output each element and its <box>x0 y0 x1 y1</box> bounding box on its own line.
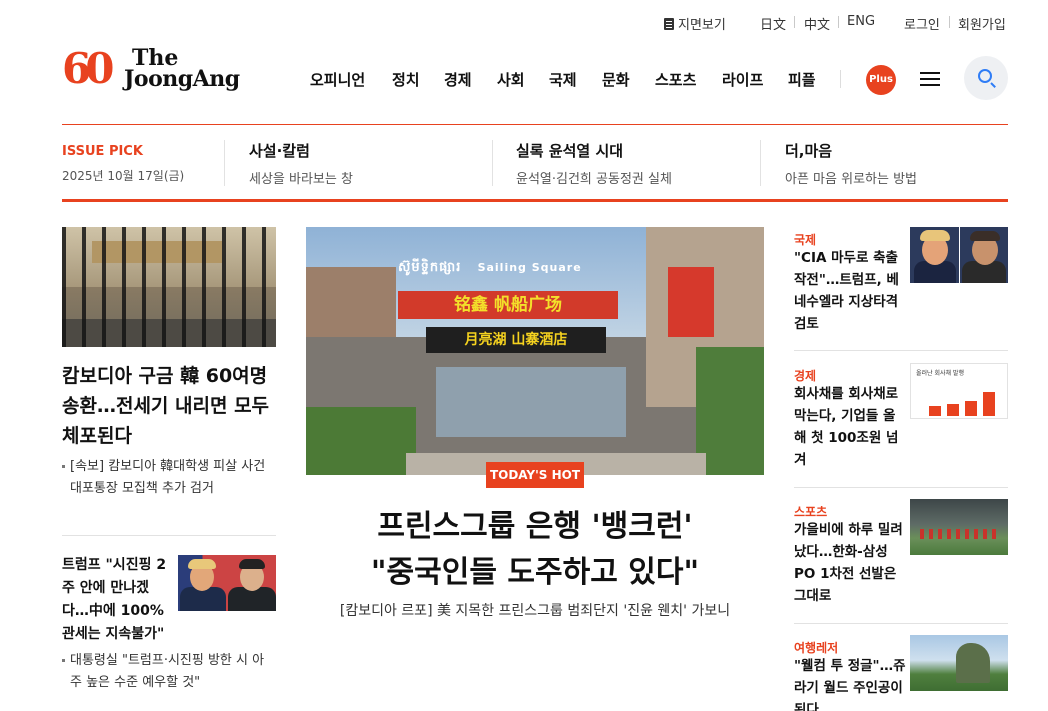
article-thumbnail-chart[interactable]: 올러난 회사채 발행 <box>910 363 1008 419</box>
nav-life[interactable]: 라이프 <box>722 69 763 90</box>
divider <box>794 16 795 28</box>
category-label[interactable]: 스포츠 <box>794 503 827 520</box>
article-title[interactable]: 회사채를 회사채로 막는다, 기업들 올해 첫 100조원 넘겨 <box>794 383 906 471</box>
divider <box>62 124 1008 125</box>
nav-society[interactable]: 사회 <box>497 69 525 90</box>
nav-divider <box>840 70 841 88</box>
feature-headline[interactable]: 프린스그룹 은행 '뱅크런' "중국인들 도주하고 있다" <box>306 504 764 596</box>
issue-pick-label: ISSUE PICK <box>62 144 143 159</box>
plus-button[interactable]: Plus <box>866 65 896 95</box>
nav-economy[interactable]: 경제 <box>444 69 472 90</box>
issue-item-editorial[interactable]: 사설·칼럼 세상을 바라보는 창 <box>249 140 353 187</box>
lead-article-title[interactable]: 캄보디아 구금 韓 60여명 송환…전세기 내리면 모두 체포된다 <box>62 361 280 451</box>
divider <box>492 140 493 186</box>
category-label[interactable]: 경제 <box>794 367 816 384</box>
sign-sailing-square: ស៊ូមីទ្ទិកផ្សារ Sailing Square <box>398 260 582 275</box>
signup-link[interactable]: 회원가입 <box>958 14 1006 33</box>
login-link[interactable]: 로그인 <box>904 14 940 33</box>
issue-item-yoon-era[interactable]: 실록 윤석열 시대 윤석열·김건희 공동정권 실체 <box>516 140 672 187</box>
search-button[interactable] <box>964 56 1008 100</box>
nav-sports[interactable]: 스포츠 <box>655 69 696 90</box>
divider <box>794 487 1008 488</box>
article-title[interactable]: "CIA 마두로 축출 작전"…트럼프, 베네수엘라 지상타격 검토 <box>794 247 906 335</box>
category-label[interactable]: 국제 <box>794 231 816 248</box>
article-title[interactable]: 가을비에 하루 밀려났다…한화-삼성 PO 1차전 선발은 그대로 <box>794 519 906 607</box>
nav-people[interactable]: 피플 <box>788 69 816 90</box>
divider <box>62 199 1008 202</box>
divider <box>760 140 761 186</box>
utility-bar: 지면보기 日文 中文 ENG 로그인 회원가입 <box>0 12 1048 34</box>
divider <box>794 623 1008 624</box>
nav-opinion[interactable]: 오피니언 <box>310 69 365 90</box>
divider <box>794 350 1008 351</box>
article-title[interactable]: 트럼프 "시진핑 2주 안에 만나겠다…中에 100% 관세는 지속불가" <box>62 554 174 646</box>
sign-chinese-main: 铭鑫 帆船广场 <box>398 291 618 319</box>
article-thumbnail[interactable] <box>910 227 1008 283</box>
related-article-link[interactable]: [속보] 캄보디아 韓대학생 피살 사건 대포통장 모집책 추가 검거 <box>62 456 276 500</box>
search-icon <box>978 69 992 83</box>
nav-international[interactable]: 국제 <box>549 69 577 90</box>
divider <box>949 16 950 28</box>
lang-chinese-link[interactable]: 中文 <box>804 14 830 33</box>
sign-chinese-sub: 月亮湖 山寨酒店 <box>426 327 606 353</box>
article-title[interactable]: "웰컴 투 정글"…쥬라기 월드 주인공이 된다 <box>794 655 906 711</box>
divider <box>62 535 276 536</box>
print-edition-link[interactable]: 지면보기 <box>664 14 726 33</box>
hamburger-icon[interactable] <box>920 71 940 87</box>
newspaper-icon <box>664 18 674 30</box>
divider <box>224 140 225 186</box>
issue-pick-date: 2025년 10월 17일(금) <box>62 169 185 183</box>
article-thumbnail[interactable] <box>910 635 1008 691</box>
nav-culture[interactable]: 문화 <box>602 69 630 90</box>
lang-japanese-link[interactable]: 日文 <box>760 14 786 33</box>
article-thumbnail[interactable] <box>910 499 1008 555</box>
category-label[interactable]: 여행레저 <box>794 639 838 656</box>
nav-politics[interactable]: 정치 <box>392 69 420 90</box>
feature-subheadline[interactable]: [캄보디아 르포] 美 지목한 프린스그룹 범죄단지 '진윤 웬치' 가보니 <box>306 600 764 620</box>
site-logo[interactable]: 60 The JoongAng <box>62 44 262 94</box>
today-hot-badge: TODAY'S HOT <box>486 462 584 488</box>
related-article-link[interactable]: 대통령실 "트럼프·시진핑 방한 시 아주 높은 수준 예우할 것" <box>62 650 276 694</box>
logo-60: 60 <box>62 44 115 93</box>
divider <box>838 16 839 28</box>
article-thumbnail[interactable] <box>178 555 276 611</box>
feature-photo[interactable]: ស៊ូមីទ្ទិកផ្សារ Sailing Square 铭鑫 帆船广场 月… <box>306 227 764 475</box>
lead-article-thumbnail[interactable] <box>62 227 276 347</box>
lang-english-link[interactable]: ENG <box>847 14 875 29</box>
logo-joongang: JoongAng <box>124 66 240 92</box>
issue-item-the-maeum[interactable]: 더,마음 아픈 마음 위로하는 방법 <box>785 140 917 187</box>
